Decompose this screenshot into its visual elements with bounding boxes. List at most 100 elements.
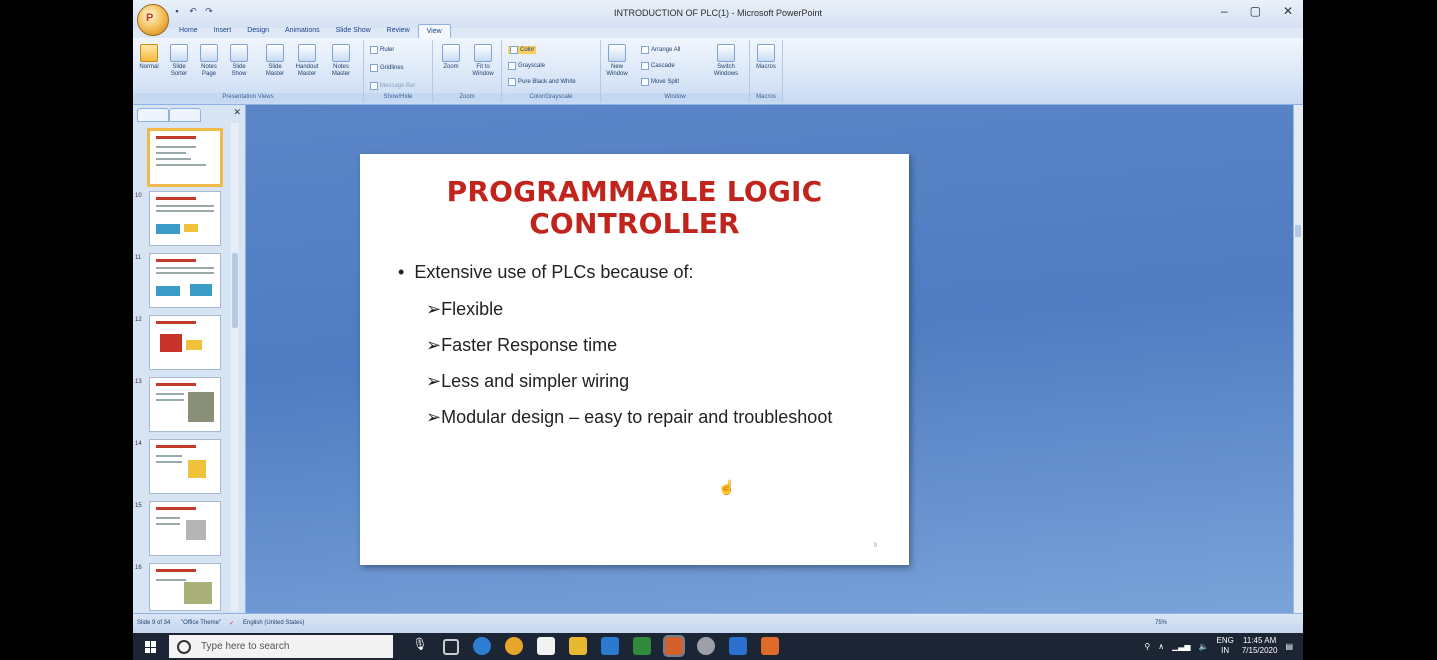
tab-design[interactable]: Design <box>239 24 277 38</box>
tab-home[interactable]: Home <box>171 24 206 38</box>
thumb-image <box>186 520 206 540</box>
mail-icon[interactable] <box>601 637 619 655</box>
taskbar: Type here to search 🎙 ⚲ ∧ ▁▃▅ 🔈 ENG IN 11… <box>133 633 1303 660</box>
zoom-group: Zoom Fit to Window Zoom <box>433 40 502 102</box>
minimize-button[interactable]: – <box>1221 4 1228 18</box>
slide-thumbnail[interactable] <box>149 191 221 246</box>
tab-animations[interactable]: Animations <box>277 24 328 38</box>
tab-slide-show[interactable]: Slide Show <box>328 24 379 38</box>
thumb-line <box>156 455 182 457</box>
notes-master-button[interactable]: Notes Master <box>329 44 353 78</box>
input-language[interactable]: ENG IN <box>1217 636 1234 656</box>
store-icon[interactable] <box>537 637 555 655</box>
app-icon[interactable] <box>729 637 747 655</box>
notifications-icon[interactable]: ▤ <box>1285 642 1293 651</box>
windows-start-icon[interactable] <box>145 641 157 653</box>
scroll-thumb[interactable] <box>232 253 238 328</box>
slide-master-button[interactable]: Slide Master <box>263 44 287 78</box>
magnifier-icon <box>442 44 460 62</box>
slide-sorter-button[interactable]: Slide Sorter <box>167 44 191 78</box>
fit-window-icon <box>474 44 492 62</box>
tab-insert[interactable]: Insert <box>206 24 240 38</box>
slide-thumbnail[interactable] <box>147 128 223 187</box>
handout-master-button[interactable]: Handout Master <box>295 44 319 78</box>
office-button[interactable]: P <box>137 4 169 36</box>
switch-windows-button[interactable]: Switch Windows <box>709 44 743 78</box>
spellcheck-icon[interactable]: ✓ <box>229 620 234 627</box>
split-icon <box>641 78 649 86</box>
thumb-line <box>156 158 191 160</box>
canvas-scrollbar[interactable] <box>1293 105 1303 613</box>
zoom-slider[interactable] <box>1133 619 1283 628</box>
close-button[interactable]: ✕ <box>1283 4 1293 18</box>
file-explorer-icon[interactable] <box>569 637 587 655</box>
tab-review[interactable]: Review <box>379 24 418 38</box>
theme-name: "Office Theme" <box>181 620 222 626</box>
slide-sorter-icon <box>170 44 188 62</box>
clock[interactable]: 11:45 AM 7/15/2020 <box>1242 636 1278 656</box>
thumb-title <box>156 383 196 386</box>
microphone-icon[interactable]: 🎙 <box>411 637 429 655</box>
panel-scrollbar[interactable] <box>231 123 239 611</box>
color-grayscale-group: Color Grayscale Pure Black and White Col… <box>502 40 601 102</box>
normal-view-button[interactable]: Normal <box>137 44 161 71</box>
gridlines-checkbox[interactable]: Gridlines <box>370 64 404 72</box>
switch-windows-icon <box>717 44 735 62</box>
tab-view[interactable]: View <box>417 24 451 38</box>
move-split-button[interactable]: Move Split <box>641 78 679 86</box>
macros-icon <box>757 44 775 62</box>
color-button[interactable]: Color <box>508 46 537 54</box>
thumb-line <box>156 461 182 463</box>
slide-count: Slide 9 of 34 <box>137 620 171 626</box>
taskbar-search[interactable]: Type here to search <box>169 635 393 658</box>
slide[interactable]: PROGRAMMABLE LOGIC CONTROLLER • Extensive… <box>360 154 909 565</box>
network-icon[interactable]: ▁▃▅ <box>1172 642 1190 651</box>
window-title: INTRODUCTION OF PLC(1) - Microsoft Power… <box>613 8 823 18</box>
ruler-checkbox[interactable]: Ruler <box>370 46 394 54</box>
macros-button[interactable]: Macros <box>754 44 778 71</box>
thumb-line <box>156 152 186 154</box>
thumb-number: 12 <box>135 317 142 323</box>
recorder-icon[interactable] <box>761 637 779 655</box>
outline-tab[interactable] <box>169 108 201 122</box>
thumb-line <box>156 579 186 581</box>
grayscale-button[interactable]: Grayscale <box>508 62 545 70</box>
app-icon[interactable] <box>697 637 715 655</box>
powerpoint-icon[interactable] <box>663 635 685 657</box>
scroll-thumb[interactable] <box>1295 225 1301 237</box>
slide-thumbnail[interactable] <box>149 315 221 370</box>
panel-tabs <box>137 108 241 122</box>
window-controls: – ▢ ✕ <box>1221 4 1293 18</box>
people-icon[interactable]: ⚲ <box>1144 642 1150 651</box>
thumb-image <box>160 334 182 352</box>
fit-to-window-button[interactable]: Fit to Window <box>469 44 497 78</box>
task-view-icon[interactable] <box>443 639 459 655</box>
thumb-line <box>156 393 184 395</box>
message-bar-checkbox[interactable]: Message Bar <box>370 82 415 90</box>
notes-page-button[interactable]: Notes Page <box>197 44 221 78</box>
hand-cursor-icon: ☝ <box>718 479 736 495</box>
slides-tab[interactable] <box>137 108 169 122</box>
excel-icon[interactable] <box>633 637 651 655</box>
chevron-up-icon[interactable]: ∧ <box>1158 642 1164 651</box>
zoom-button[interactable]: Zoom <box>439 44 463 71</box>
system-tray: ⚲ ∧ ▁▃▅ 🔈 ENG IN 11:45 AM 7/15/2020 ▤ <box>1144 636 1293 656</box>
slide-thumbnail[interactable] <box>149 501 221 556</box>
cascade-button[interactable]: Cascade <box>641 62 675 70</box>
close-icon[interactable]: ✕ <box>233 107 241 118</box>
thumb-line <box>156 205 214 207</box>
volume-icon[interactable]: 🔈 <box>1199 642 1209 651</box>
chrome-icon[interactable] <box>505 637 523 655</box>
pure-black-white-button[interactable]: Pure Black and White <box>508 78 576 86</box>
slide-show-button[interactable]: Slide Show <box>227 44 251 78</box>
thumb-title <box>156 507 196 510</box>
slide-thumbnail[interactable] <box>149 563 221 611</box>
new-window-button[interactable]: New Window <box>605 44 629 78</box>
maximize-button[interactable]: ▢ <box>1250 4 1261 18</box>
slide-thumbnail[interactable] <box>149 439 221 494</box>
slide-thumbnail[interactable] <box>149 253 221 308</box>
arrange-all-button[interactable]: Arrange All <box>641 46 680 54</box>
slide-thumbnail[interactable] <box>149 377 221 432</box>
bullet-point: • Extensive use of PLCs because of: <box>398 262 694 282</box>
edge-icon[interactable] <box>473 637 491 655</box>
